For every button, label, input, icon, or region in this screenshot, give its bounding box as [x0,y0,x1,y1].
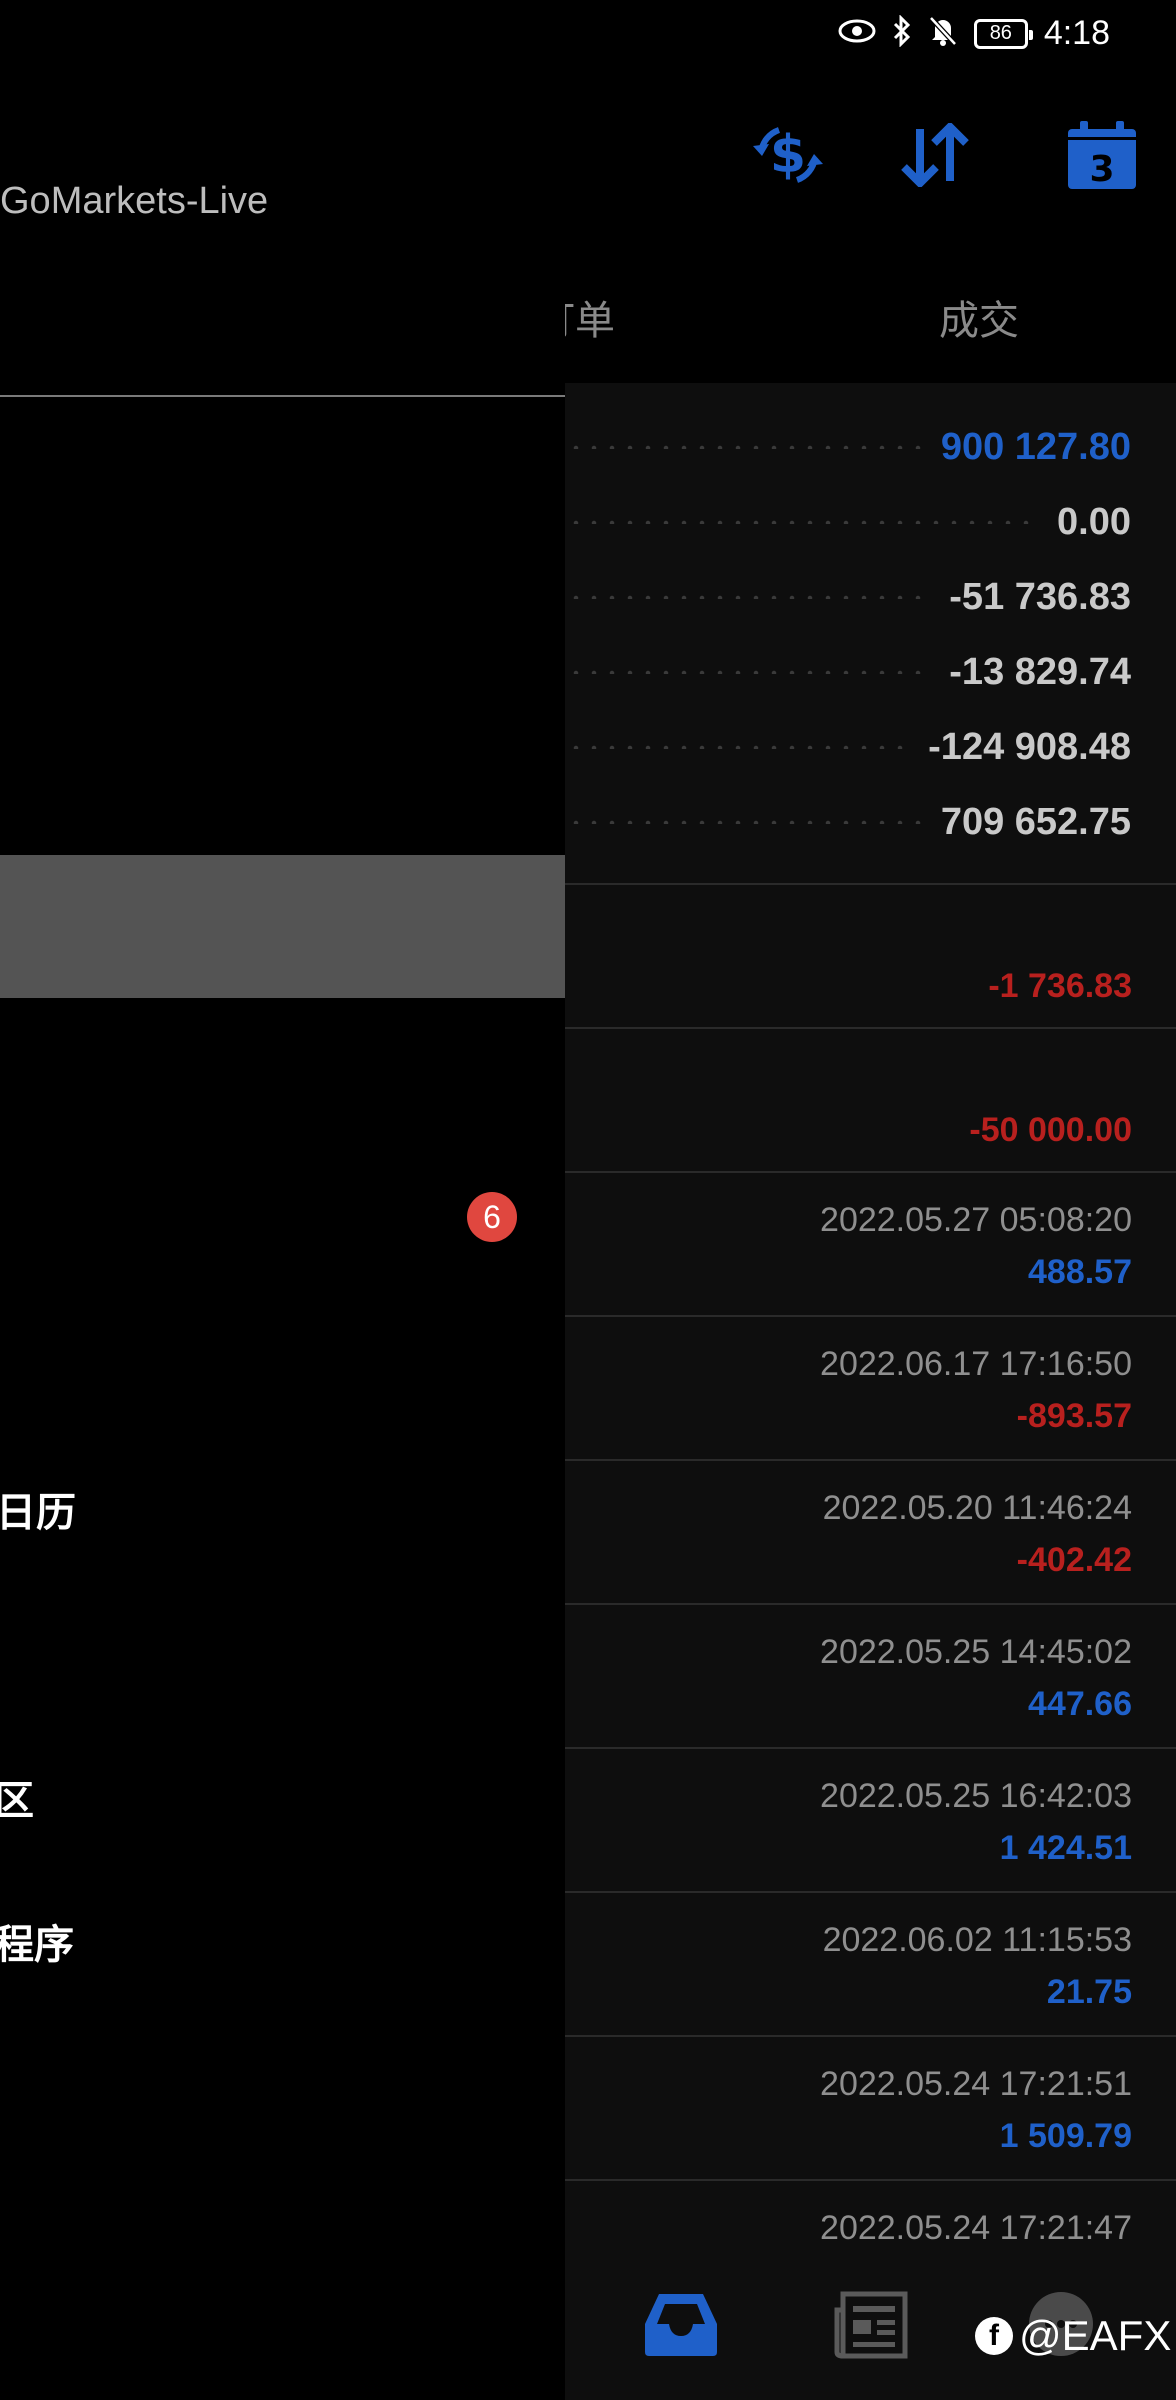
summary-value: -51 736.83 [949,575,1131,618]
currency-exchange-icon[interactable]: $ [745,112,831,198]
summary-value: -124 908.48 [928,725,1131,768]
drawer-item-community[interactable]: 区 [0,1768,34,1826]
toolbar: $ 3 [565,112,1176,202]
tab-deals[interactable]: 成交 [939,288,1019,346]
deal-datetime: 2022.05.27 05:08:20 [820,1201,1132,1239]
deal-row[interactable]: 2022.05.25 16:42:03 1 424.51 [565,1747,1176,1891]
tab-bar: 订单 成交 [535,270,1176,360]
deal-row[interactable]: 2022.05.27 05:08:20 488.57 [565,1171,1176,1315]
deal-amount: 21.75 [1046,1973,1132,2011]
deal-datetime: 2022.05.24 17:21:51 [820,2065,1132,2103]
deal-row[interactable]: 2022.05.25 14:45:02 447.66 [565,1603,1176,1747]
leader-dots [567,520,1038,524]
watermark: f @EAFX [975,2312,1171,2360]
deal-datetime: 2022.05.20 11:46:24 [822,1489,1132,1527]
deal-amount: -1 736.83 [988,967,1132,1005]
account-name[interactable]: GoMarkets-Live [0,180,268,223]
summary-row: -13 829.74 [565,642,1131,702]
inbox-tray-icon[interactable] [643,2290,719,2365]
deal-amount: -50 000.00 [969,1111,1132,1149]
deal-row[interactable]: 2022.05.20 11:46:24 -402.42 [565,1459,1176,1603]
leader-dots [567,745,909,749]
watermark-text: @EAFX [1019,2312,1172,2359]
deal-datetime: 2022.05.25 16:42:03 [820,1777,1132,1815]
summary-row: 900 127.80 [565,417,1131,477]
summary-row: 709 652.75 [565,792,1131,852]
summary-value: -13 829.74 [949,650,1131,693]
deal-datetime: 2022.06.02 11:15:53 [822,1921,1132,1959]
leader-dots [567,595,930,599]
leader-dots [567,820,921,824]
deal-amount: 488.57 [1028,1253,1132,1291]
deal-datetime: 2022.06.17 17:16:50 [820,1345,1132,1383]
deal-datetime: 2022.05.24 17:21:47 [820,2209,1132,2247]
news-icon[interactable] [833,2290,909,2365]
summary-panel: 900 127.80 0.00 -51 736.83 -13 829.74 -1… [565,383,1176,883]
deal-row[interactable]: -50 000.00 [565,1027,1176,1171]
calendar-icon[interactable]: 3 [1059,112,1145,198]
drawer-divider [0,395,565,397]
drawer-item-selected[interactable] [0,855,565,998]
deal-amount: 1 424.51 [999,1829,1132,1867]
deal-row[interactable]: 2022.06.02 11:15:53 21.75 [565,1891,1176,2035]
summary-row: -51 736.83 [565,567,1131,627]
deal-datetime: 2022.05.25 14:45:02 [820,1633,1132,1671]
deal-row[interactable]: 2022.05.24 17:21:51 1 509.79 [565,2035,1176,2179]
deal-amount: -402.42 [1016,1541,1132,1579]
drawer-item-calendar[interactable]: 日历 [0,1480,76,1538]
drawer-item-apps[interactable]: 程序 [0,1912,74,1970]
summary-row: 0.00 [565,492,1131,552]
sort-arrows-icon[interactable] [892,112,978,198]
summary-row: -124 908.48 [565,717,1131,777]
navigation-drawer: GoMarkets-Live 6 日历 区 程序 [0,0,565,2400]
deal-amount: -893.57 [1016,1397,1132,1435]
summary-value: 0.00 [1057,500,1131,543]
summary-value: 709 652.75 [940,800,1131,843]
deal-amount: 1 509.79 [999,2117,1132,2155]
calendar-day: 3 [1089,149,1114,190]
leader-dots [567,670,930,674]
leader-dots [567,445,921,449]
deal-row[interactable]: 2022.06.17 17:16:50 -893.57 [565,1315,1176,1459]
notification-badge: 6 [467,1192,517,1242]
deal-amount: 447.66 [1028,1685,1132,1723]
summary-value: 900 127.80 [940,425,1131,468]
facebook-icon: f [975,2317,1013,2355]
history-screen: $ 3 订单 成交 900 127.80 0.00 -51 736.83 -13… [535,0,1176,2400]
deal-row[interactable]: -1 736.83 [565,883,1176,1027]
